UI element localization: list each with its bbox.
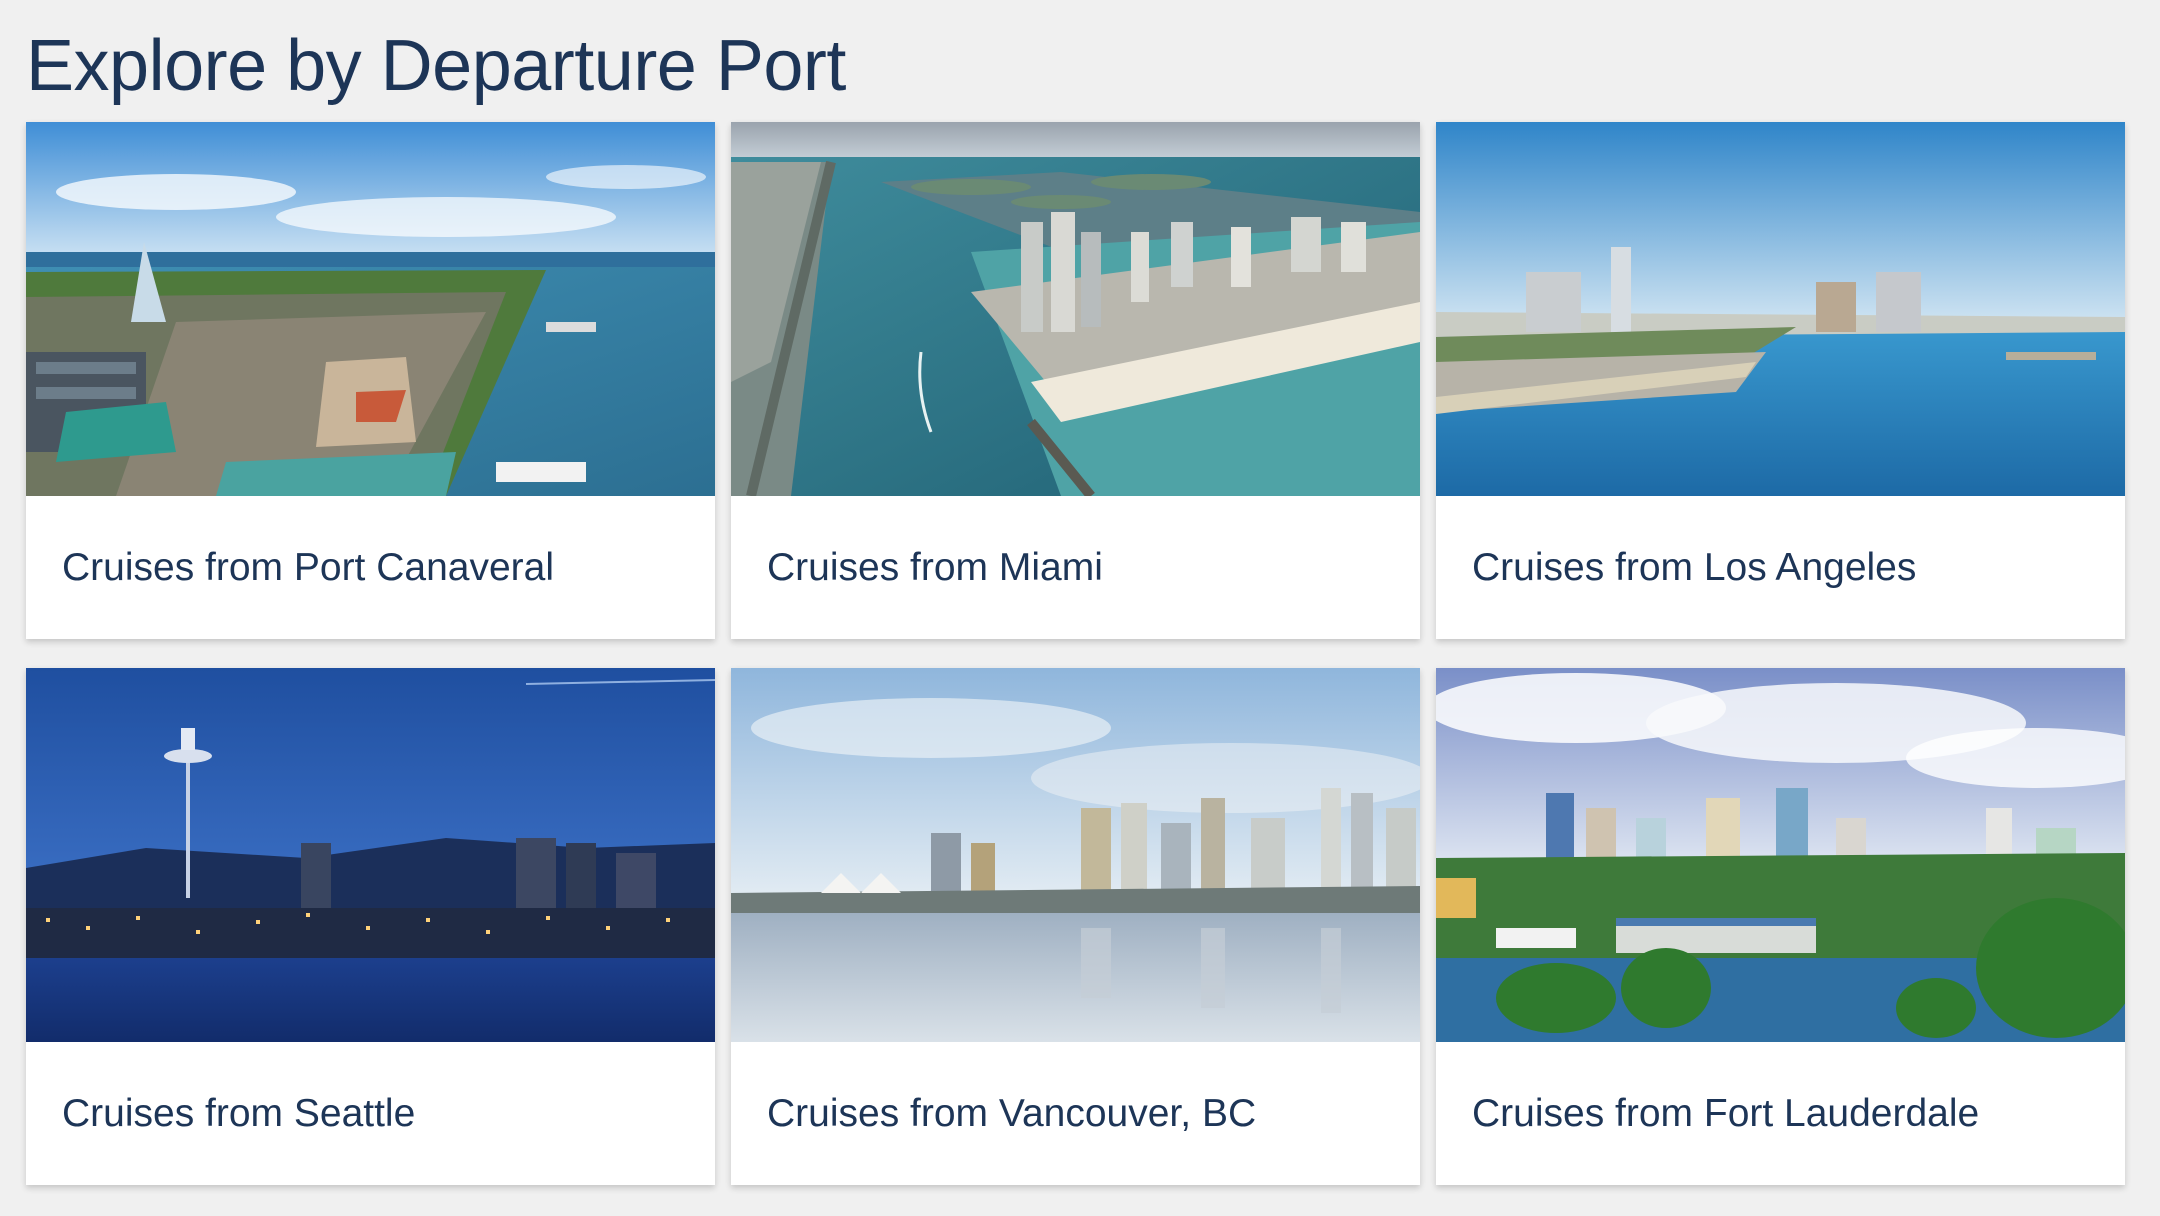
fort-lauderdale-marina-photo[interactable] — [1436, 668, 2125, 1042]
port-card-label: Cruises from Miami — [767, 545, 1103, 589]
port-card-label: Cruises from Los Angeles — [1472, 545, 1917, 589]
los-angeles-harbor-photo[interactable] — [1436, 122, 2125, 496]
port-card-port-canaveral[interactable]: Cruises from Port Canaveral — [26, 122, 715, 639]
port-canaveral-aerial-photo[interactable] — [26, 122, 715, 496]
port-card-grid: Cruises from Port Canaveral Cruises from… — [26, 122, 2126, 1185]
vancouver-waterfront-photo[interactable] — [731, 668, 1420, 1042]
port-card-los-angeles[interactable]: Cruises from Los Angeles — [1436, 122, 2125, 639]
port-card-vancouver[interactable]: Cruises from Vancouver, BC — [731, 668, 1420, 1185]
seattle-skyline-night-photo[interactable] — [26, 668, 715, 1042]
miami-inlet-aerial-photo[interactable] — [731, 122, 1420, 496]
port-card-label: Cruises from Port Canaveral — [62, 545, 554, 589]
port-card-label: Cruises from Seattle — [62, 1091, 416, 1135]
port-card-miami[interactable]: Cruises from Miami — [731, 122, 1420, 639]
port-card-label: Cruises from Vancouver, BC — [767, 1091, 1257, 1135]
departure-port-section: Explore by Departure Port Cruises from P… — [0, 0, 2160, 1216]
port-card-seattle[interactable]: Cruises from Seattle — [26, 668, 715, 1185]
port-card-label: Cruises from Fort Lauderdale — [1472, 1091, 1980, 1135]
port-card-fort-lauderdale[interactable]: Cruises from Fort Lauderdale — [1436, 668, 2125, 1185]
section-title: Explore by Departure Port — [26, 26, 846, 106]
